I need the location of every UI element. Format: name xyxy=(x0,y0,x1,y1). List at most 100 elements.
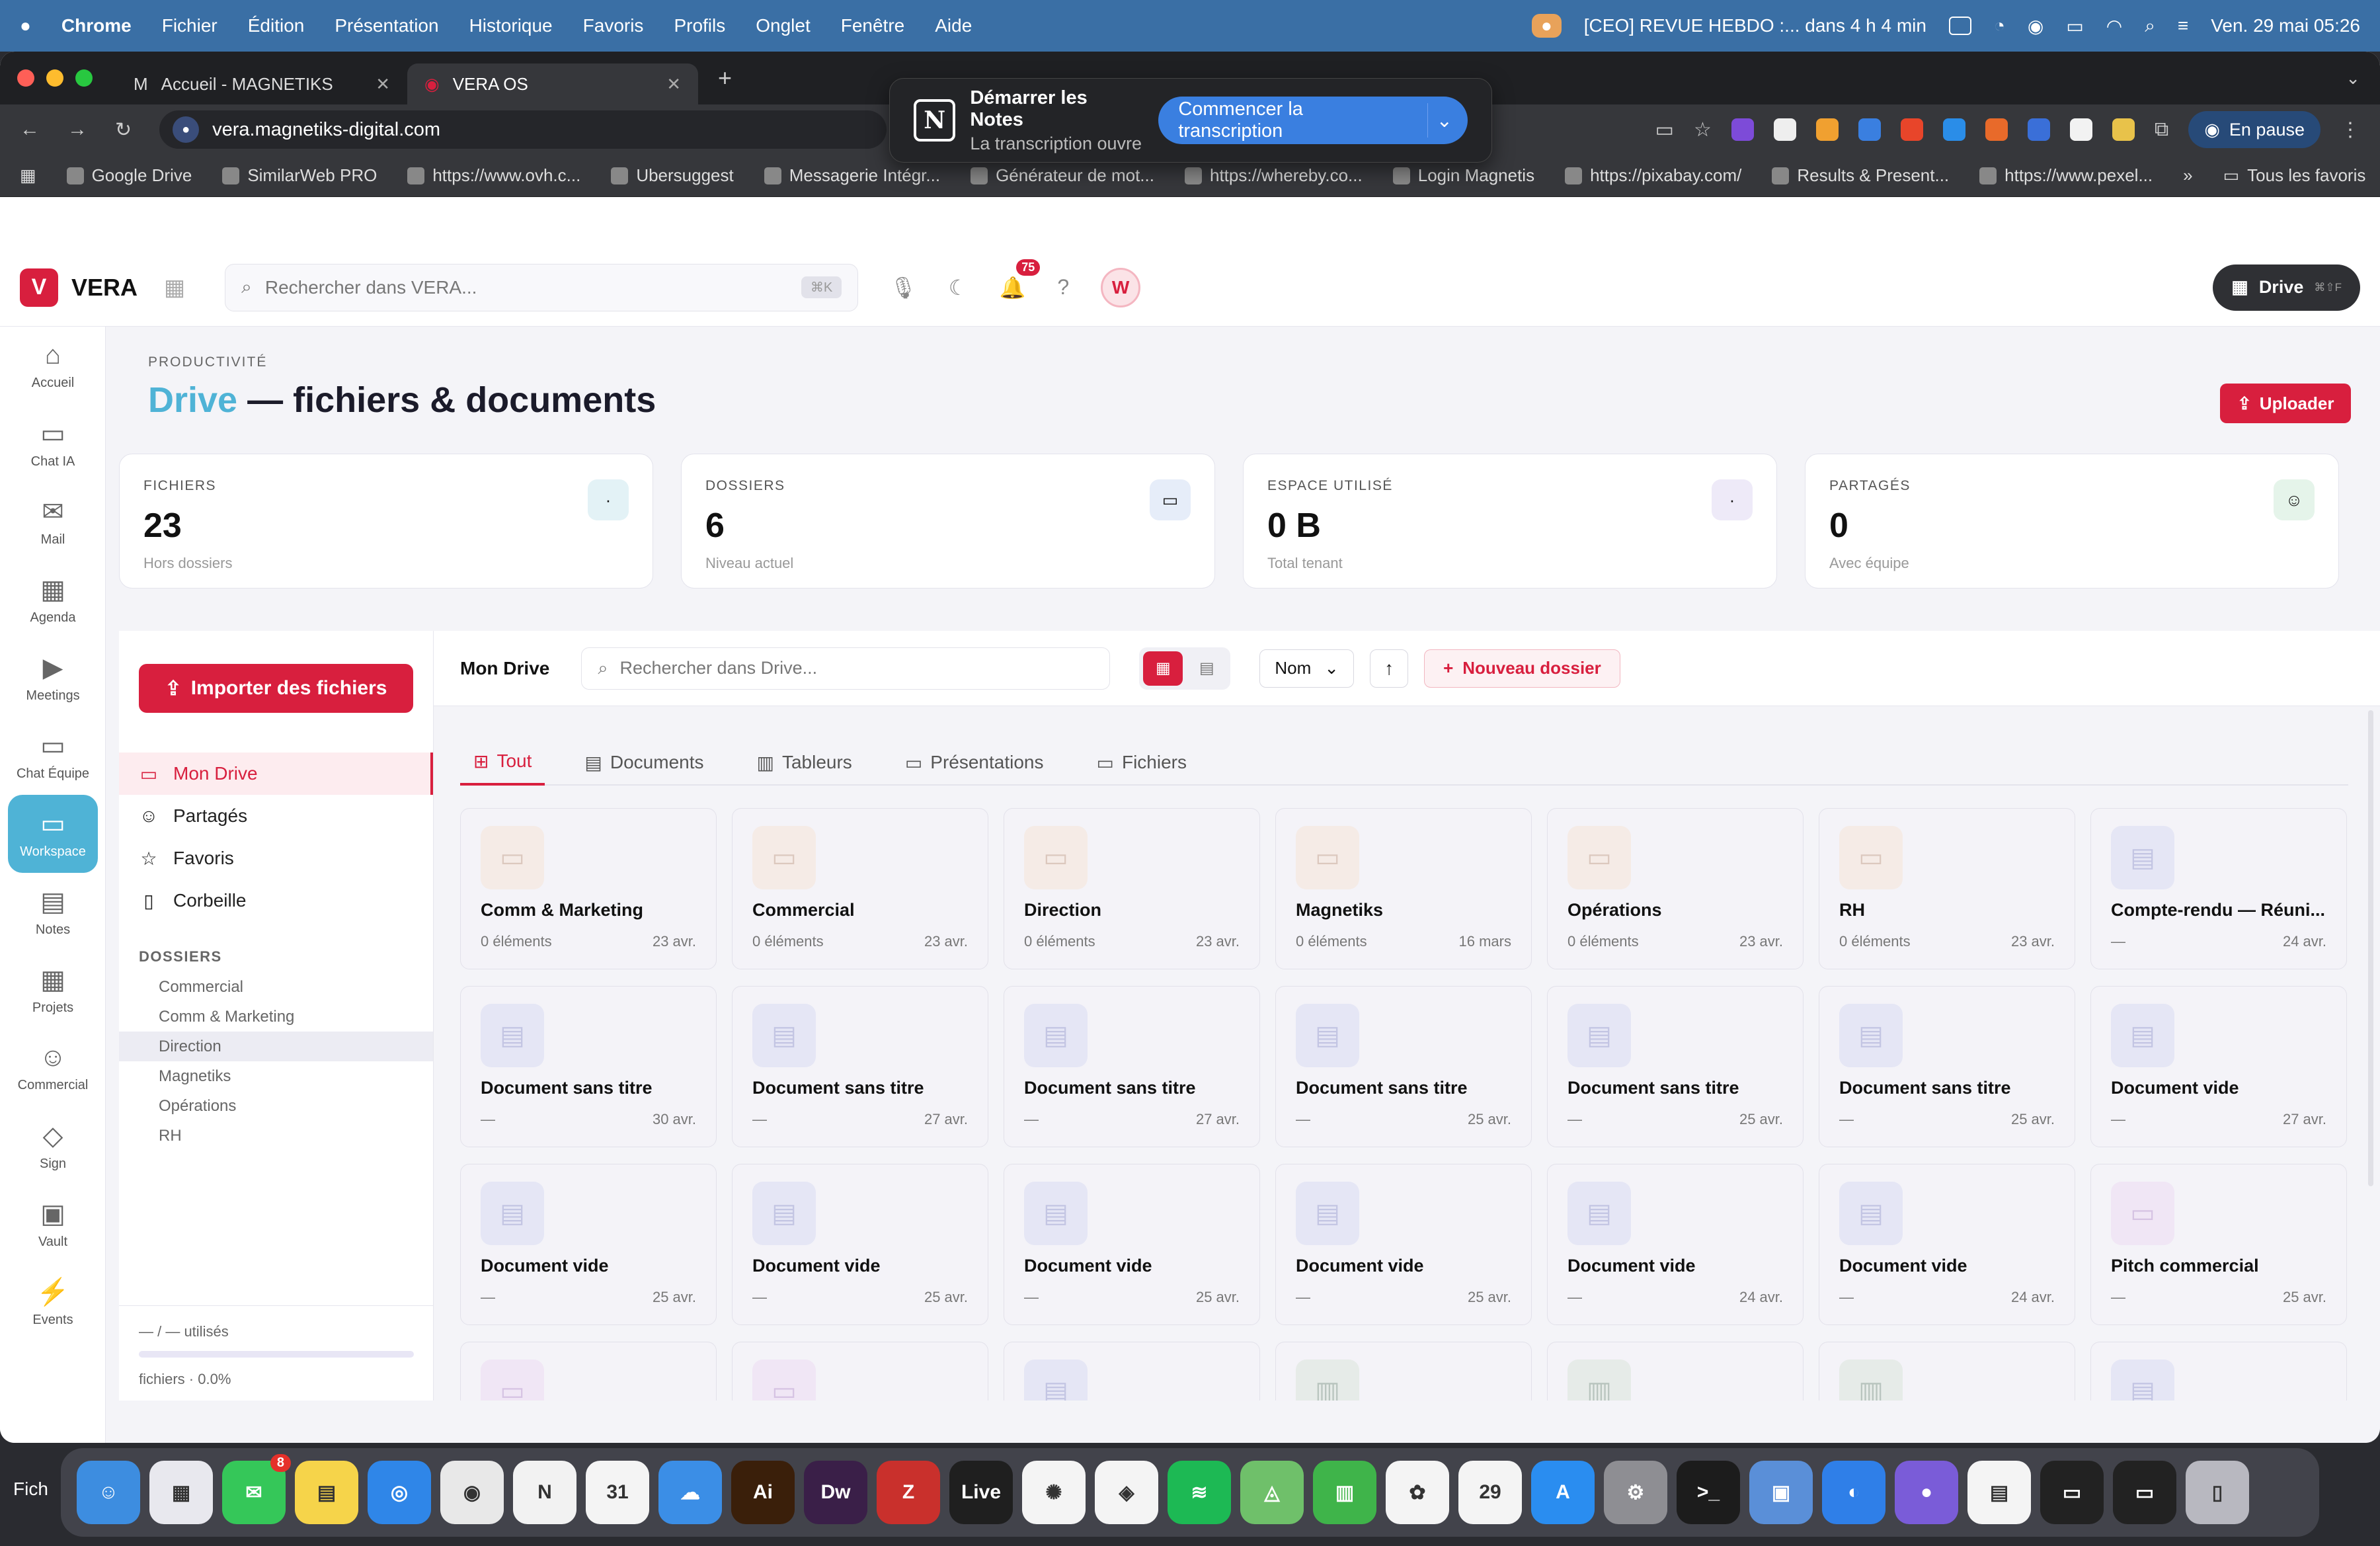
dock-corbeille[interactable]: ▯ xyxy=(2186,1461,2249,1524)
address-bar[interactable]: ● vera.magnetiks-digital.com xyxy=(159,110,887,149)
dock-siri[interactable]: ● xyxy=(1895,1461,1958,1524)
dock-chrome[interactable]: ◉ xyxy=(440,1461,504,1524)
folder-card[interactable]: ▭ Commercial 0 éléments 23 avr. xyxy=(732,808,988,969)
rail-item-vault[interactable]: ▣ Vault xyxy=(0,1185,106,1263)
dock-safari[interactable]: ◎ xyxy=(368,1461,431,1524)
mic-icon[interactable]: 🎙 xyxy=(890,275,917,300)
tab-documents[interactable]: ▤ Documents xyxy=(571,739,717,786)
dock-dreamweaver[interactable]: Dw xyxy=(804,1461,867,1524)
bookmark-item[interactable]: https://whereby.co... xyxy=(1184,165,1363,186)
forward-button[interactable]: → xyxy=(67,118,87,141)
all-bookmarks[interactable]: ▭ Tous les favoris xyxy=(2223,165,2366,186)
bookmark-item[interactable]: Google Drive xyxy=(66,165,192,186)
bookmark-item[interactable]: Messagerie Intégr... xyxy=(764,165,940,186)
user-icon[interactable]: ◉ xyxy=(2028,15,2043,37)
dock-app-store[interactable]: A xyxy=(1531,1461,1595,1524)
rail-item-sign[interactable]: ◇ Sign xyxy=(0,1107,106,1185)
dock-fenetre[interactable]: ▭ xyxy=(2040,1461,2104,1524)
rail-item-chat-ia[interactable]: ▭ Chat IA xyxy=(0,405,106,483)
extensions-puzzle-icon[interactable]: ⧉ xyxy=(2155,118,2168,141)
dock-illustrator[interactable]: Ai xyxy=(731,1461,795,1524)
chevron-down-icon[interactable]: ⌄ xyxy=(1427,103,1461,138)
rail-item-events[interactable]: ⚡ Events xyxy=(0,1263,106,1341)
clock-icon[interactable]: ◔ xyxy=(1994,15,2005,36)
file-card[interactable]: ▥ xyxy=(1819,1342,2075,1401)
dock-notes[interactable]: ▤ xyxy=(295,1461,358,1524)
drive-switcher-button[interactable]: ▦ Drive ⌘⇧F xyxy=(2213,264,2360,311)
dock-calendrier[interactable]: 31 xyxy=(586,1461,649,1524)
control-center-icon[interactable]: ≡ xyxy=(2178,15,2188,36)
menu-aide[interactable]: Aide xyxy=(935,15,972,36)
extension-icon[interactable] xyxy=(2069,118,2092,141)
tab-fichiers[interactable]: ▭ Fichiers xyxy=(1084,739,1200,786)
nav-mon-drive[interactable]: ▭ Mon Drive xyxy=(119,753,433,795)
file-card[interactable]: ▥ xyxy=(1547,1342,1804,1401)
file-card[interactable]: ▭ xyxy=(732,1342,988,1401)
menu-edition[interactable]: Édition xyxy=(248,15,305,36)
bookmark-item[interactable]: https://www.ovh.c... xyxy=(407,165,580,186)
tab-tout[interactable]: ⊞ Tout xyxy=(460,739,545,786)
dock-plans[interactable]: ◬ xyxy=(1240,1461,1304,1524)
apple-icon[interactable]: ● xyxy=(20,15,31,36)
file-card[interactable]: ▭ xyxy=(460,1342,717,1401)
extension-icon[interactable] xyxy=(1900,118,1923,141)
file-card[interactable]: ▤ Document sans titre — 30 avr. xyxy=(460,986,717,1147)
dock-photos[interactable]: ✿ xyxy=(1386,1461,1449,1524)
sort-select[interactable]: Nom ⌄ xyxy=(1259,649,1355,688)
battery-icon[interactable]: ▭ xyxy=(2066,15,2083,37)
install-icon[interactable]: ▭ xyxy=(1655,118,1674,142)
dock-chatgpt[interactable]: ✺ xyxy=(1022,1461,1086,1524)
file-card[interactable]: ▤ Document sans titre — 25 avr. xyxy=(1547,986,1804,1147)
file-card[interactable]: ▤ Document sans titre — 27 avr. xyxy=(1004,986,1260,1147)
extension-icon[interactable] xyxy=(1815,118,1839,141)
folder-item-commercial[interactable]: Commercial xyxy=(119,972,433,1002)
minimize-window-button[interactable] xyxy=(46,69,63,87)
rail-item-accueil[interactable]: ⌂ Accueil xyxy=(0,327,106,405)
dock-blender[interactable]: ◈ xyxy=(1095,1461,1158,1524)
file-card[interactable]: ▭ Pitch commercial — 25 avr. xyxy=(2090,1164,2347,1325)
close-tab-icon[interactable]: ✕ xyxy=(666,74,681,95)
menu-fenetre[interactable]: Fenêtre xyxy=(841,15,905,36)
dock-terminal[interactable]: >_ xyxy=(1677,1461,1740,1524)
dock-loupe[interactable]: ◐ xyxy=(1822,1461,1885,1524)
dock-filezilla[interactable]: Z xyxy=(877,1461,940,1524)
file-card[interactable]: ▤ Document vide — 25 avr. xyxy=(460,1164,717,1325)
list-view-button[interactable]: ▤ xyxy=(1187,651,1226,686)
nav-corbeille[interactable]: ▯ Corbeille xyxy=(119,879,433,922)
dock-numbers[interactable]: ▥ xyxy=(1313,1461,1376,1524)
menu-profils[interactable]: Profils xyxy=(674,15,725,36)
menu-favoris[interactable]: Favoris xyxy=(583,15,644,36)
menu-historique[interactable]: Historique xyxy=(469,15,553,36)
dock-live[interactable]: Live xyxy=(949,1461,1013,1524)
rail-item-chat-equipe[interactable]: ▭ Chat Équipe xyxy=(0,717,106,795)
extension-icon[interactable] xyxy=(1858,118,1881,141)
rail-item-workspace[interactable]: ▭ Workspace xyxy=(8,795,98,873)
folder-item-magnetiks[interactable]: Magnetiks xyxy=(119,1061,433,1091)
dock-outil[interactable]: ▣ xyxy=(1749,1461,1813,1524)
dock-spotify[interactable]: ≋ xyxy=(1168,1461,1231,1524)
extension-icon[interactable] xyxy=(1731,118,1754,141)
dock-fenetre-2[interactable]: ▭ xyxy=(2113,1461,2176,1524)
apps-grid-icon[interactable]: ▦ xyxy=(20,165,36,186)
file-card[interactable]: ▤ Document vide — 24 avr. xyxy=(1819,1164,2075,1325)
spotlight-icon[interactable]: ⌕ xyxy=(2145,15,2155,37)
profile-button[interactable]: ◉ En pause xyxy=(2188,111,2320,148)
extension-icon[interactable] xyxy=(1985,118,2008,141)
drive-search-input[interactable]: ⌕ Rechercher dans Drive... xyxy=(581,647,1111,690)
dock-launchpad[interactable]: ▦ xyxy=(149,1461,213,1524)
tab-vera-os[interactable]: ◉ VERA OS ✕ xyxy=(407,63,698,104)
dock-messages[interactable]: ✉ 8 xyxy=(222,1454,291,1524)
uploader-button[interactable]: ⇪ Uploader xyxy=(2220,384,2352,423)
bookmark-item[interactable]: https://www.pexel... xyxy=(1979,165,2153,186)
rail-item-notes[interactable]: ▤ Notes xyxy=(0,873,106,951)
dark-mode-icon[interactable]: ☾ xyxy=(949,275,968,300)
help-icon[interactable]: ? xyxy=(1057,275,1069,300)
wifi-icon[interactable]: ◠ xyxy=(2106,15,2122,37)
import-files-button[interactable]: ⇪ Importer des fichiers xyxy=(139,664,413,713)
folder-item-direction[interactable]: Direction xyxy=(119,1032,433,1061)
mic-icon[interactable]: ● xyxy=(173,116,200,143)
breadcrumb[interactable]: Mon Drive xyxy=(460,658,549,679)
menu-fichier[interactable]: Fichier xyxy=(162,15,218,36)
bookmark-item[interactable]: SimilarWeb PRO xyxy=(222,165,377,186)
file-card[interactable]: ▤ xyxy=(2090,1342,2347,1401)
